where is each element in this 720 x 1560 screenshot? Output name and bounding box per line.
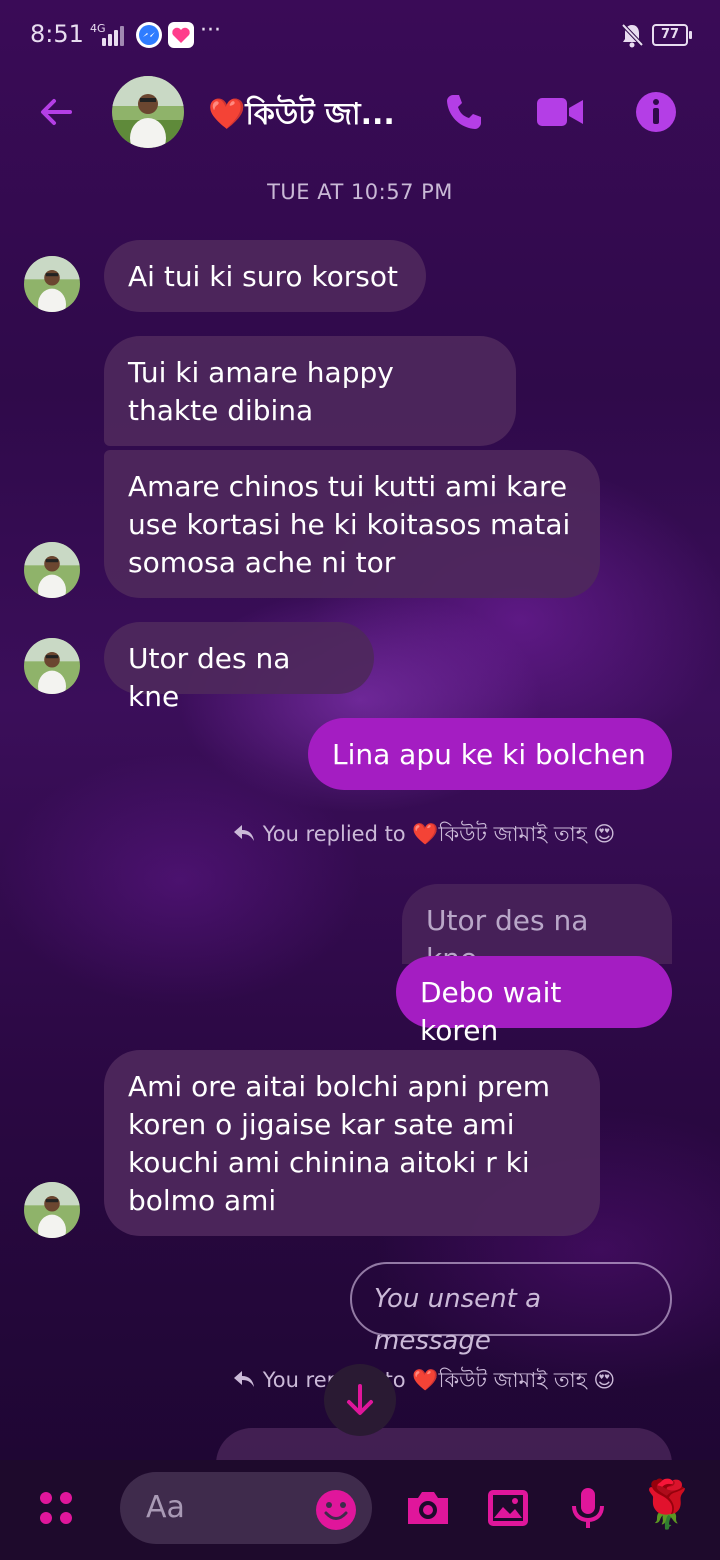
gallery-button[interactable] bbox=[484, 1484, 532, 1532]
phone-icon bbox=[447, 95, 481, 129]
my-message-bubble[interactable]: Lina apu ke ki bolchen bbox=[308, 718, 672, 790]
reply-arrow-icon bbox=[234, 1371, 254, 1387]
reply-note: You replied to ❤️কিউট জামাই তাহ 😍 bbox=[232, 818, 615, 853]
signal-icon bbox=[102, 24, 130, 46]
quoted-message[interactable]: Utor des na kne bbox=[402, 884, 672, 975]
arrow-down-icon bbox=[347, 1384, 373, 1415]
sender-avatar[interactable] bbox=[24, 542, 80, 598]
reply-arrow-icon bbox=[234, 825, 254, 841]
info-icon bbox=[636, 92, 676, 132]
voice-message-button[interactable] bbox=[564, 1484, 612, 1532]
arrow-left-icon bbox=[41, 99, 72, 125]
my-message-bubble[interactable]: Debo wait koren bbox=[396, 956, 672, 1047]
unsent-message[interactable]: You unsent a message bbox=[350, 1262, 672, 1356]
message-bubble[interactable]: Ami ore aitai bolchi apni prem koren o j… bbox=[104, 1050, 600, 1236]
quick-reaction-button[interactable]: 🌹 bbox=[638, 1474, 695, 1534]
likee-app-icon bbox=[168, 22, 194, 48]
camera-button[interactable] bbox=[404, 1484, 452, 1532]
sender-avatar[interactable] bbox=[24, 1182, 80, 1238]
message-input-placeholder: Aa bbox=[146, 1490, 185, 1525]
contact-avatar[interactable] bbox=[112, 76, 184, 148]
bell-muted-icon bbox=[620, 22, 644, 48]
smiley-icon bbox=[316, 1490, 356, 1530]
emoji-button[interactable] bbox=[314, 1488, 362, 1536]
reply-note-text: You replied to ❤️কিউট জামাই তাহ 😍 bbox=[262, 1368, 616, 1392]
image-icon bbox=[488, 1490, 528, 1526]
info-button[interactable] bbox=[634, 90, 678, 134]
more-actions-button[interactable] bbox=[34, 1484, 82, 1532]
sender-avatar[interactable] bbox=[24, 638, 80, 694]
message-bubble[interactable]: Utor des na kne bbox=[104, 622, 374, 713]
video-camera-icon bbox=[537, 98, 583, 126]
sender-avatar[interactable] bbox=[24, 256, 80, 312]
message-timestamp: TUE AT 10:57 PM bbox=[267, 180, 453, 204]
more-notifications-icon: ··· bbox=[200, 18, 221, 43]
status-time: 8:51 bbox=[30, 20, 84, 48]
message-bubble[interactable]: Ai tui ki suro korsot bbox=[104, 240, 426, 312]
scroll-to-bottom-button[interactable] bbox=[324, 1364, 396, 1436]
reply-note: You replied to ❤️কিউট জামাই তাহ 😍 bbox=[232, 1364, 615, 1399]
reply-note-text: You replied to ❤️কিউট জামাই তাহ 😍 bbox=[262, 822, 616, 846]
battery-indicator: 77 bbox=[652, 24, 692, 46]
back-button[interactable] bbox=[36, 92, 76, 132]
messenger-app-icon bbox=[136, 22, 162, 48]
video-call-button[interactable] bbox=[536, 90, 583, 134]
four-dots-icon bbox=[40, 1492, 72, 1524]
camera-icon bbox=[408, 1492, 448, 1524]
microphone-icon bbox=[572, 1488, 604, 1528]
chat-title[interactable]: ❤️কিউট জা... bbox=[208, 90, 395, 141]
message-bubble[interactable]: Tui ki amare happy thakte dibina bbox=[104, 336, 516, 446]
voice-call-button[interactable] bbox=[442, 90, 486, 134]
message-bubble[interactable]: Amare chinos tui kutti ami kare use kort… bbox=[104, 450, 600, 598]
